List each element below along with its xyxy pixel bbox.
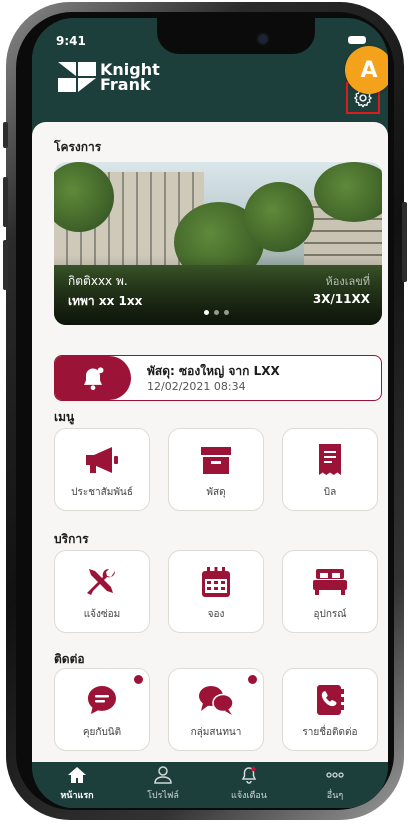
app-screen: 9:41 Knight Frank โครงการ กิตติxxx พ. เท… <box>32 18 388 808</box>
nav-notifications[interactable]: แจ้งเตือน <box>214 762 284 808</box>
nav-home[interactable]: หน้าแรก <box>42 762 112 808</box>
service-item-label: อุปกรณ์ <box>313 609 347 620</box>
bell-icon <box>214 766 284 786</box>
notice-time: 12/02/2021 08:34 <box>147 380 246 393</box>
contact-item-group-chat[interactable]: กลุ่มสนทนา <box>168 668 264 751</box>
service-item-equipment[interactable]: อุปกรณ์ <box>282 550 378 633</box>
menu-item-pr[interactable]: ประชาสัมพันธ์ <box>54 428 150 511</box>
nav-label: หน้าแรก <box>60 791 94 801</box>
room-label: ห้องเลขที่ <box>325 275 371 288</box>
annotation-badge: A <box>345 46 388 94</box>
project-carousel[interactable]: กิตติxxx พ. เทพา xx 1xx ห้องเลขที่ 3X/11… <box>54 162 382 325</box>
calendar-icon <box>197 563 235 601</box>
menu-item-parcel[interactable]: พัสดุ <box>168 428 264 511</box>
group-chat-icon <box>197 681 235 719</box>
carousel-dot-2[interactable] <box>214 310 219 315</box>
power-button <box>402 202 407 282</box>
menu-section-title: เมนู <box>54 410 75 424</box>
nav-more[interactable]: อื่นๆ <box>300 762 370 808</box>
menu-item-label: พัสดุ <box>206 487 226 498</box>
menu-item-label: ประชาสัมพันธ์ <box>71 487 133 498</box>
contact-item-label: รายชื่อติดต่อ <box>302 727 358 738</box>
volume-up-button <box>3 177 8 227</box>
carousel-dot-3[interactable] <box>224 310 229 315</box>
tools-icon <box>83 563 121 601</box>
mute-switch <box>3 122 8 148</box>
nav-profile[interactable]: โปรไฟล์ <box>128 762 198 808</box>
carousel-dots[interactable] <box>204 310 229 315</box>
services-section-title: บริการ <box>54 532 89 546</box>
contact-book-icon <box>311 681 349 719</box>
brand-line2: Frank <box>100 75 151 94</box>
chat-icon <box>83 681 121 719</box>
project-location: เทพา xx 1xx <box>68 294 143 308</box>
contact-item-label: กลุ่มสนทนา <box>190 727 242 738</box>
unread-dot <box>248 675 257 684</box>
main-content: โครงการ กิตติxxx พ. เทพา xx 1xx ห้องเลขท… <box>32 122 388 762</box>
notice-bell-panel <box>55 356 131 400</box>
project-section-title: โครงการ <box>54 140 102 154</box>
unread-dot <box>134 675 143 684</box>
menu-item-label: บิล <box>323 487 337 498</box>
battery-icon <box>348 36 366 44</box>
room-number: 3X/11XX <box>312 292 370 306</box>
project-name: กิตติxxx พ. <box>68 274 128 288</box>
carousel-dot-1[interactable] <box>204 310 209 315</box>
parcel-notice[interactable]: พัสดุ: ซองใหญ่ จาก LXX 12/02/2021 08:34 <box>54 355 382 401</box>
box-icon <box>197 441 235 479</box>
service-item-label: แจ้งซ่อม <box>83 609 121 620</box>
home-icon <box>42 766 112 786</box>
notice-title: พัสดุ: ซองใหญ่ จาก LXX <box>147 364 280 378</box>
brand-logo: Knight Frank <box>58 62 160 94</box>
logo-mark-icon <box>58 62 96 92</box>
service-item-repair[interactable]: แจ้งซ่อม <box>54 550 150 633</box>
contact-item-juristic[interactable]: คุยกับนิติ <box>54 668 150 751</box>
more-icon <box>300 766 370 786</box>
service-item-booking[interactable]: จอง <box>168 550 264 633</box>
bottom-nav: หน้าแรก โปรไฟล์ แจ้งเตือน อื่นๆ <box>32 762 388 808</box>
nav-label: อื่นๆ <box>326 791 344 801</box>
megaphone-icon <box>83 441 121 479</box>
service-item-label: จอง <box>207 609 225 620</box>
contact-section-title: ติดต่อ <box>54 652 85 666</box>
nav-label: แจ้งเตือน <box>231 791 267 801</box>
nav-label: โปรไฟล์ <box>147 791 179 801</box>
bed-icon <box>311 563 349 601</box>
notch <box>157 18 315 54</box>
contact-item-contacts[interactable]: รายชื่อติดต่อ <box>282 668 378 751</box>
menu-item-bill[interactable]: บิล <box>282 428 378 511</box>
camera-icon <box>256 32 270 46</box>
contact-item-label: คุยกับนิติ <box>82 727 122 738</box>
bell-icon <box>84 367 104 391</box>
status-time: 9:41 <box>56 34 86 48</box>
volume-down-button <box>3 240 8 290</box>
bill-icon <box>311 441 349 479</box>
profile-icon <box>128 766 198 786</box>
